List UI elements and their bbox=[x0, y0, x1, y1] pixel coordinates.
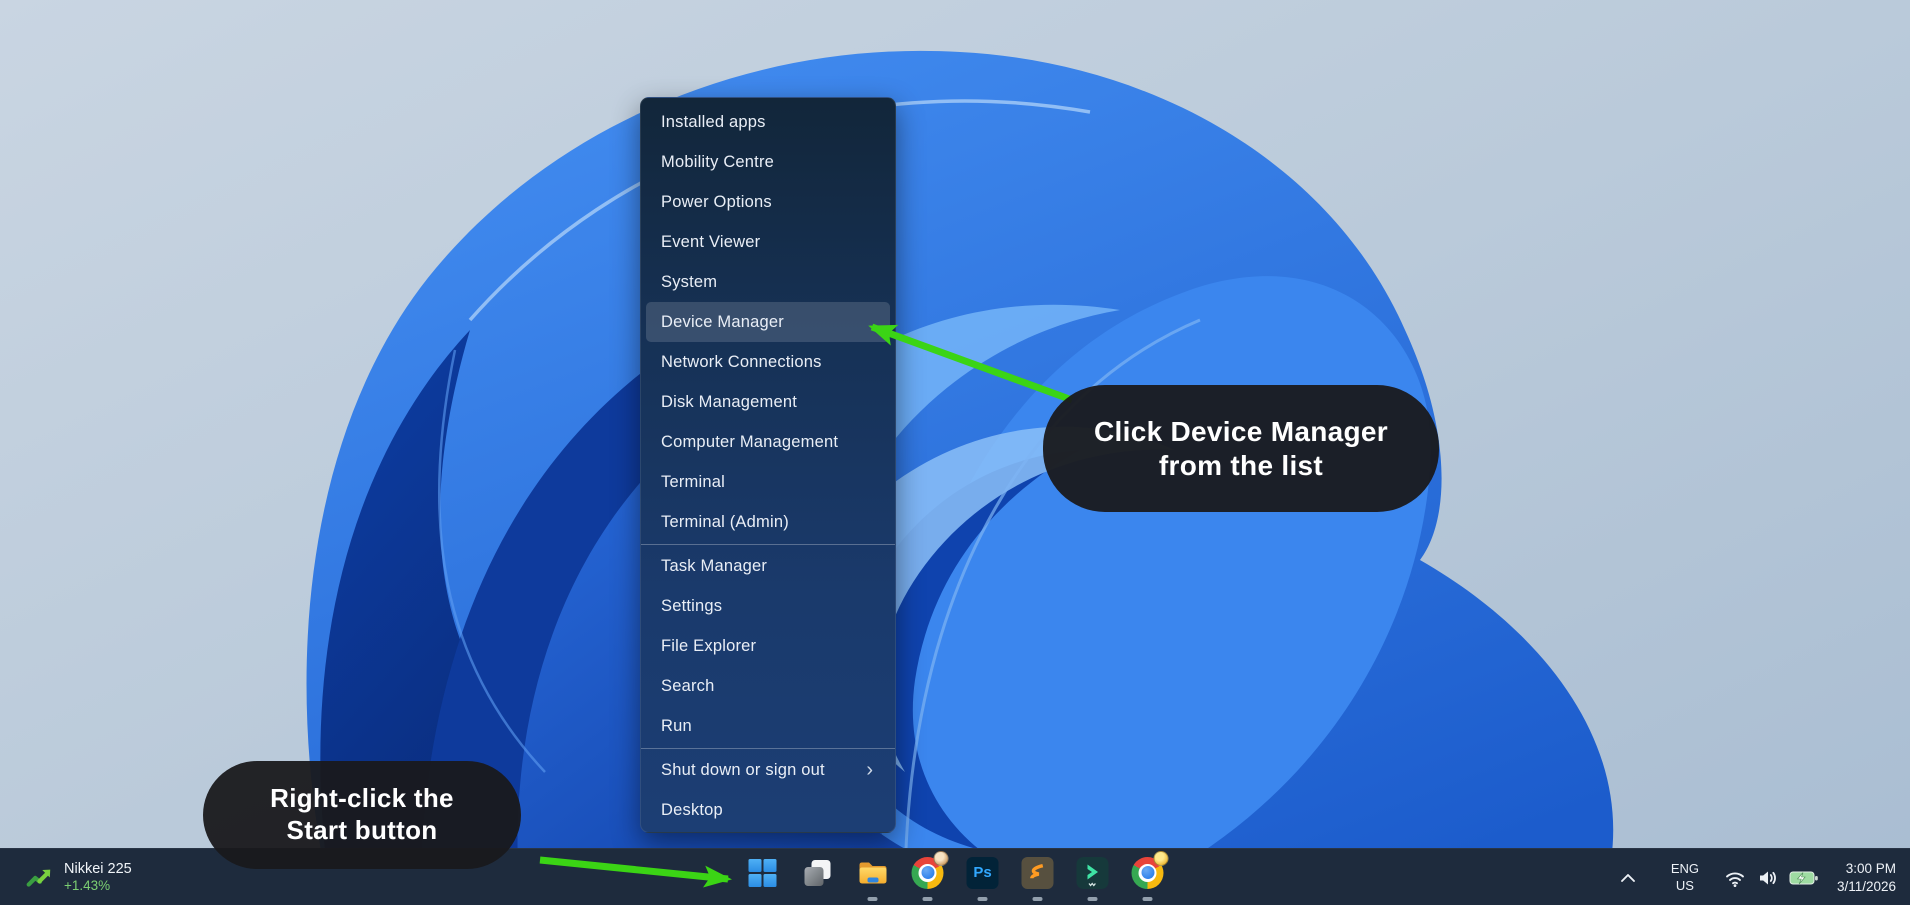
menu-item-computer-management[interactable]: Computer Management bbox=[646, 422, 890, 462]
menu-item-terminal-admin[interactable]: Terminal (Admin) bbox=[646, 502, 890, 542]
task-view-button[interactable] bbox=[801, 852, 835, 904]
menu-item-label: Installed apps bbox=[661, 112, 766, 131]
callout-right-click-start: Right-click the Start button bbox=[203, 761, 521, 869]
start-button[interactable] bbox=[746, 852, 780, 904]
callout-line: Right-click the bbox=[270, 783, 454, 814]
tray-status-icons[interactable] bbox=[1723, 866, 1819, 890]
photoshop-button[interactable]: Ps bbox=[966, 852, 1000, 904]
running-indicator bbox=[1142, 897, 1153, 901]
menu-item-label: Run bbox=[661, 716, 692, 735]
menu-item-network-connections[interactable]: Network Connections bbox=[646, 342, 890, 382]
menu-item-task-manager[interactable]: Task Manager bbox=[646, 546, 890, 586]
desktop: Installed apps Mobility Centre Power Opt… bbox=[0, 0, 1910, 905]
file-explorer-button[interactable] bbox=[856, 852, 890, 904]
menu-item-settings[interactable]: Settings bbox=[646, 586, 890, 626]
menu-item-label: Terminal (Admin) bbox=[661, 512, 789, 531]
menu-item-label: File Explorer bbox=[661, 636, 757, 655]
wondershare-icon bbox=[1076, 856, 1109, 889]
time: 3:00 PM bbox=[1845, 860, 1896, 876]
menu-item-mobility-centre[interactable]: Mobility Centre bbox=[646, 142, 890, 182]
menu-item-run[interactable]: Run bbox=[646, 706, 890, 746]
menu-separator bbox=[641, 747, 895, 749]
sublime-text-icon bbox=[1021, 856, 1054, 889]
widget-index-name: Nikkei 225 bbox=[64, 861, 132, 877]
wifi-icon bbox=[1725, 872, 1744, 887]
task-view-icon bbox=[804, 859, 831, 886]
menu-item-search[interactable]: Search bbox=[646, 666, 890, 706]
menu-item-label: Computer Management bbox=[661, 432, 839, 451]
winx-context-menu: Installed apps Mobility Centre Power Opt… bbox=[640, 97, 896, 833]
menu-item-device-manager[interactable]: Device Manager bbox=[646, 302, 890, 342]
callout-click-device-manager: Click Device Manager from the list bbox=[1043, 385, 1439, 512]
menu-item-terminal[interactable]: Terminal bbox=[646, 462, 890, 502]
running-indicator bbox=[977, 897, 988, 901]
keyboard-layout: US bbox=[1675, 877, 1694, 893]
menu-item-label: Disk Management bbox=[661, 392, 797, 411]
menu-item-label: Search bbox=[661, 676, 715, 695]
sublime-text-button[interactable] bbox=[1021, 852, 1055, 904]
running-indicator bbox=[1087, 897, 1098, 901]
chrome-profile-2-button[interactable] bbox=[1131, 850, 1169, 904]
wondershare-button[interactable] bbox=[1076, 852, 1110, 904]
menu-item-label: Event Viewer bbox=[661, 232, 761, 251]
date: 3/11/2026 bbox=[1836, 878, 1896, 894]
menu-item-event-viewer[interactable]: Event Viewer bbox=[646, 222, 890, 262]
menu-item-disk-management[interactable]: Disk Management bbox=[646, 382, 890, 422]
folder-icon bbox=[859, 862, 887, 883]
menu-item-system[interactable]: System bbox=[646, 262, 890, 302]
menu-item-file-explorer[interactable]: File Explorer bbox=[646, 626, 890, 666]
menu-item-label: Network Connections bbox=[661, 352, 822, 371]
stock-up-arrow-icon bbox=[26, 869, 51, 887]
menu-item-shut-down-or-sign-out[interactable]: Shut down or sign out › bbox=[646, 750, 890, 790]
menu-item-power-options[interactable]: Power Options bbox=[646, 182, 890, 222]
widgets-button[interactable]: Nikkei 225 +1.43% bbox=[14, 849, 142, 905]
profile-avatar bbox=[933, 850, 949, 866]
chrome-profile-1-button[interactable] bbox=[911, 850, 949, 904]
volume-icon bbox=[1759, 871, 1776, 884]
running-indicator bbox=[922, 897, 933, 901]
callout-line: Start button bbox=[286, 815, 438, 845]
menu-item-desktop[interactable]: Desktop bbox=[646, 790, 890, 830]
menu-item-label: Device Manager bbox=[661, 312, 784, 331]
callout-line: from the list bbox=[1158, 449, 1324, 481]
running-indicator bbox=[1032, 897, 1043, 901]
photoshop-logo-text: Ps bbox=[973, 864, 992, 881]
running-indicator bbox=[867, 897, 878, 901]
clock[interactable]: 3:00 PM 3/11/2026 bbox=[1837, 860, 1896, 895]
menu-item-label: Task Manager bbox=[661, 556, 768, 575]
menu-item-label: Mobility Centre bbox=[661, 152, 775, 171]
taskbar-app-icons: Ps bbox=[746, 849, 1169, 905]
submenu-chevron-icon: › bbox=[866, 759, 873, 781]
tray-overflow-button[interactable] bbox=[1611, 870, 1645, 886]
menu-item-label: Terminal bbox=[661, 472, 725, 491]
language-code: ENG bbox=[1670, 860, 1700, 876]
system-tray: ENG US 3:00 PM 3/11/2026 bbox=[1611, 849, 1910, 905]
profile-avatar bbox=[1153, 850, 1169, 866]
menu-item-label: Power Options bbox=[661, 192, 772, 211]
callout-line: Click Device Manager bbox=[1094, 415, 1388, 447]
widget-index-change: +1.43% bbox=[64, 878, 111, 894]
menu-item-label: Desktop bbox=[661, 800, 723, 819]
windows-logo-icon bbox=[748, 858, 777, 887]
menu-separator bbox=[641, 543, 895, 545]
menu-item-label: Settings bbox=[661, 596, 723, 615]
photoshop-icon: Ps bbox=[966, 856, 999, 889]
menu-item-label: Shut down or sign out bbox=[661, 760, 825, 779]
menu-item-installed-apps[interactable]: Installed apps bbox=[646, 102, 890, 142]
battery-charging-icon bbox=[1789, 871, 1818, 884]
chevron-up-icon bbox=[1620, 873, 1635, 882]
menu-item-label: System bbox=[661, 272, 718, 291]
language-indicator[interactable]: ENG US bbox=[1659, 861, 1711, 895]
